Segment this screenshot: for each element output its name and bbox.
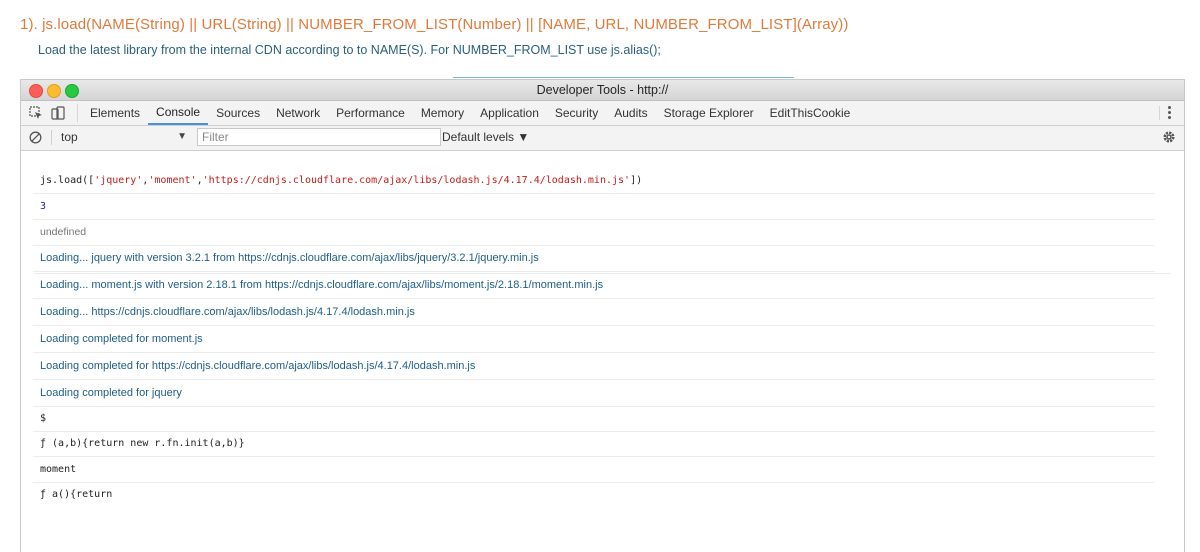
tab-audits[interactable]: Audits — [606, 101, 655, 125]
log-row: Loading... jquery with version 3.2.1 fro… — [33, 245, 1155, 272]
divider — [51, 130, 52, 145]
tab-sources[interactable]: Sources — [208, 101, 268, 125]
tab-console[interactable]: Console — [148, 101, 209, 125]
context-dropdown-icon: ▼ — [177, 131, 187, 142]
panel-tabs: Elements Console Sources Network Perform… — [78, 101, 858, 125]
tab-editthiscookie[interactable]: EditThisCookie — [762, 101, 859, 125]
log-row: Loading... https://cdnjs.cloudflare.com/… — [33, 299, 1155, 326]
console-filter-bar: top ▼ Default levels ▼ — [21, 126, 1184, 151]
result-number-row: 3 — [33, 193, 1155, 220]
clear-console-icon[interactable] — [29, 131, 42, 149]
console-command-row: js.load(['jquery','moment','https://cdnj… — [33, 167, 1155, 194]
command-text: js.load([ — [40, 174, 95, 186]
tool-icons — [21, 104, 78, 122]
window-title: Developer Tools - http:// — [536, 83, 669, 97]
tab-security[interactable]: Security — [547, 101, 606, 125]
gear-icon[interactable] — [1162, 130, 1176, 149]
console-input-moment-row: moment — [33, 456, 1155, 483]
log-row: Loading completed for moment.js — [33, 326, 1155, 353]
log-row: Loading... moment.js with version 2.18.1… — [33, 272, 1155, 299]
log-row: Loading completed for https://cdnjs.clou… — [33, 353, 1155, 380]
tab-performance[interactable]: Performance — [328, 101, 413, 125]
command-arg: 'jquery' — [94, 174, 143, 186]
tab-elements[interactable]: Elements — [82, 101, 148, 125]
doc-accent-line — [453, 77, 794, 78]
command-arg: 'https://cdnjs.cloudflare.com/ajax/libs/… — [202, 174, 631, 186]
doc-description: Load the latest library from the interna… — [38, 43, 661, 57]
title-bar: Developer Tools - http:// — [21, 80, 1184, 101]
filter-input[interactable] — [197, 128, 441, 146]
tab-storage-explorer[interactable]: Storage Explorer — [656, 101, 762, 125]
tab-network[interactable]: Network — [268, 101, 328, 125]
inspect-element-icon[interactable] — [25, 104, 47, 122]
context-selector[interactable]: top ▼ — [61, 128, 187, 146]
device-toolbar-icon[interactable] — [47, 104, 69, 122]
console-input-dollar-row: $ — [33, 405, 1155, 432]
tab-application[interactable]: Application — [472, 101, 547, 125]
log-levels-dropdown[interactable]: Default levels ▼ — [442, 130, 529, 144]
result-undefined-row: undefined — [33, 219, 1155, 246]
command-arg: 'moment' — [148, 174, 197, 186]
log-row: Loading completed for jquery — [33, 380, 1155, 407]
console-output-dollar-row: ƒ (a,b){return new r.fn.init(a,b)} — [33, 430, 1155, 457]
tab-memory[interactable]: Memory — [413, 101, 472, 125]
more-options-icon[interactable] — [1159, 106, 1172, 120]
doc-heading: 1). js.load(NAME(String) || URL(String) … — [20, 16, 849, 33]
context-value: top — [61, 130, 78, 144]
command-text: ]) — [630, 174, 643, 186]
panel-tab-bar: Elements Console Sources Network Perform… — [21, 101, 1184, 126]
console-output-moment-row: ƒ a(){return — [40, 488, 113, 500]
